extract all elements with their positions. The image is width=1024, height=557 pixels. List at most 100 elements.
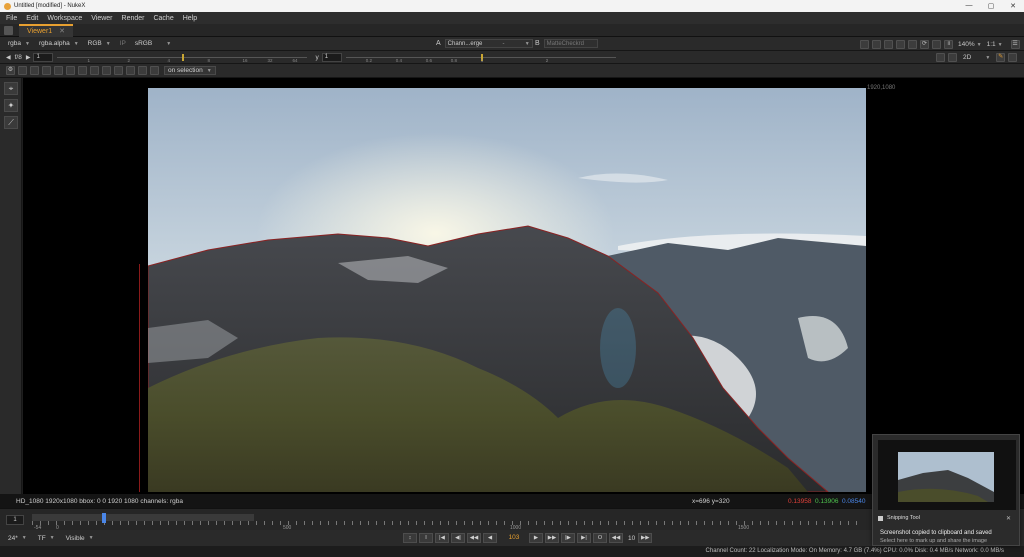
transform-icon[interactable] (948, 53, 957, 62)
view-mode-dropdown[interactable]: 2D (963, 54, 971, 61)
playback-mode-icon[interactable]: ↕ (403, 533, 417, 543)
window-titlebar: Untitled [modified] - NukeX — ▢ ✕ (0, 0, 1024, 12)
stop-render-icon[interactable] (932, 40, 941, 49)
in-point-button[interactable]: I (419, 533, 433, 543)
input-process-toggle[interactable]: IP (117, 39, 129, 48)
zoom-chevron-down-icon[interactable]: ▼ (977, 42, 982, 48)
alpha-channel-dropdown[interactable]: rgba.alpha ▼ (36, 39, 82, 48)
input-a-label: A (436, 40, 441, 47)
colorspace-dropdown[interactable]: sRGB ▼ (132, 39, 174, 48)
gamma-slider[interactable]: 0.2 0.4 0.6 0.8 1 2 (345, 53, 616, 63)
fstop-left-arrow-icon[interactable]: ◀ (6, 54, 11, 61)
timeline-ruler[interactable]: -54 0 500 1000 1500 (32, 513, 862, 531)
region-icon[interactable] (150, 66, 159, 75)
fps-dropdown[interactable]: 24* ▼ (5, 534, 30, 543)
frame-increment-field[interactable]: 10 (628, 535, 635, 542)
snipping-tool-notification[interactable]: Snipping Tool ✕ Screenshot copied to cli… (872, 434, 1020, 546)
roi-icon[interactable] (860, 40, 869, 49)
display-channels-dropdown[interactable]: RGB ▼ (85, 39, 114, 48)
pixel-blue-value: 0.08540 (842, 497, 866, 505)
pencil-icon[interactable]: ✎ (996, 53, 1006, 62)
mirror-icon[interactable] (78, 66, 87, 75)
wipe-icon[interactable] (872, 40, 881, 49)
fstop-right-arrow-icon[interactable]: ▶ (26, 54, 31, 61)
pause-icon[interactable]: ॥ (944, 40, 953, 49)
prev-keyframe-button[interactable]: ◀| (451, 533, 465, 543)
panel-menu-icon[interactable] (4, 25, 13, 35)
pixel-ratio[interactable]: 1:1 (987, 41, 996, 48)
tab-close-icon[interactable]: ✕ (59, 27, 65, 35)
line-tool-icon[interactable]: ⟋ (4, 116, 18, 129)
last-frame-button[interactable]: ▶| (577, 533, 591, 543)
mask-icon[interactable] (908, 40, 917, 49)
menu-edit[interactable]: Edit (26, 15, 38, 22)
tf-dropdown[interactable]: TF ▼ (35, 534, 58, 543)
menu-help[interactable]: Help (183, 15, 197, 22)
roto-icon[interactable] (90, 66, 99, 75)
roi-select-icon[interactable] (936, 53, 945, 62)
menu-workspace[interactable]: Workspace (47, 15, 82, 22)
mountain-landscape-image (148, 88, 866, 492)
playhead[interactable] (102, 513, 106, 523)
toast-close-icon[interactable]: ✕ (1006, 515, 1011, 522)
roi-mode-dropdown[interactable]: on selection ▼ (164, 66, 216, 75)
current-frame-field[interactable]: 103 (503, 533, 525, 543)
menu-render[interactable]: Render (122, 15, 145, 22)
zoom-level[interactable]: 140% (958, 41, 975, 48)
toast-app-name: Snipping Tool (887, 515, 920, 521)
input-a-dropdown[interactable]: Chann...erge - ▼ (444, 39, 533, 48)
overlay-icon[interactable] (884, 40, 893, 49)
viewer-right-controls: ⟳ ॥ 140% ▼ 1:1 ▼ ☰ (857, 40, 1020, 49)
play-backward-button[interactable]: ◀ (483, 533, 497, 543)
guides-icon[interactable] (896, 40, 905, 49)
lock-icon[interactable] (1008, 53, 1018, 62)
step-forward-increment-button[interactable]: ▶▶ (638, 533, 653, 543)
transform-tool-icon[interactable]: ✦ (4, 99, 18, 112)
play-backward-fast-button[interactable]: ◀◀ (467, 533, 481, 543)
bbox-outline (139, 264, 140, 492)
select-tool-icon[interactable]: ⌖ (4, 82, 18, 95)
menu-cache[interactable]: Cache (153, 15, 173, 22)
next-keyframe-button[interactable]: |▶ (561, 533, 575, 543)
gear-icon[interactable]: ⚙ (6, 66, 15, 75)
play-forward-button[interactable]: ▶ (529, 533, 543, 543)
pixel-red-value: 0.13958 (788, 497, 812, 505)
refresh-icon[interactable]: ⟳ (920, 40, 929, 49)
viewer-toolbar-exposure: ◀ f/8 ▶ 1 1 2 4 8 16 32 64 y 1 0.2 0.4 0… (0, 51, 1024, 64)
minimize-button[interactable]: — (958, 2, 980, 10)
channels-dropdown[interactable]: rgba ▼ (5, 39, 33, 48)
checker-icon[interactable] (30, 66, 39, 75)
proxy-icon[interactable] (42, 66, 51, 75)
play-forward-fast-button[interactable]: ▶▶ (545, 533, 559, 543)
paint-icon[interactable] (18, 66, 27, 75)
camera-icon[interactable] (102, 66, 111, 75)
gamma-input[interactable]: 1 (321, 52, 342, 62)
lut-icon[interactable] (138, 66, 147, 75)
status-text: Channel Count: 22 Localization Mode: On … (705, 548, 1004, 554)
ratio-chevron-down-icon[interactable]: ▼ (998, 42, 1003, 48)
out-point-button[interactable]: O (593, 533, 607, 543)
clip-warning-icon[interactable] (66, 66, 75, 75)
viewer-settings-icon[interactable]: ☰ (1010, 40, 1020, 49)
screenshot-thumbnail (878, 440, 1016, 510)
close-window-button[interactable]: ✕ (1002, 2, 1024, 10)
tab-viewer1[interactable]: Viewer1 ✕ (19, 23, 74, 37)
visible-range-dropdown[interactable]: Visible ▼ (63, 534, 97, 543)
cached-range (32, 514, 254, 521)
compare-icon[interactable] (126, 66, 135, 75)
input-a-group: A Chann...erge - ▼ (436, 39, 533, 48)
view-mode-chevron-down-icon[interactable]: ▼ (985, 55, 990, 61)
gain-input[interactable]: 1 (33, 52, 54, 62)
fstop-value[interactable]: f/8 (15, 54, 22, 61)
downrez-icon[interactable] (54, 66, 63, 75)
step-back-increment-button[interactable]: ◀◀ (609, 533, 623, 543)
frame-start-field[interactable]: 1 (6, 515, 24, 525)
gain-slider[interactable]: 1 2 4 8 16 32 64 (57, 53, 308, 63)
viewer-canvas[interactable]: 1920,1080 (23, 78, 1024, 494)
input-b-dropdown[interactable]: MatteCheckrd (543, 39, 598, 48)
menu-viewer[interactable]: Viewer (91, 15, 112, 22)
snapshot-icon[interactable] (114, 66, 123, 75)
maximize-button[interactable]: ▢ (980, 2, 1002, 10)
menu-file[interactable]: File (6, 15, 17, 22)
first-frame-button[interactable]: |◀ (435, 533, 449, 543)
